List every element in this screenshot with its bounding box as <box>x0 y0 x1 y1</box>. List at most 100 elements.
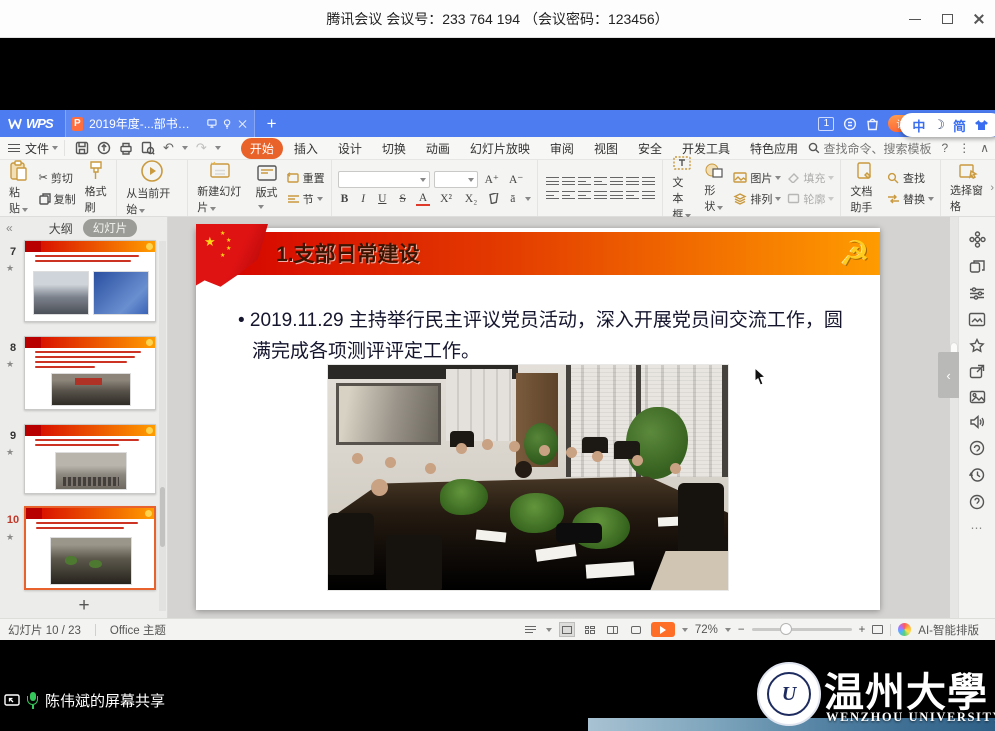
tab-special-apps[interactable]: 特色应用 <box>741 138 807 159</box>
ime-lang[interactable]: 中 <box>912 116 925 135</box>
document-tab[interactable]: P 2019年度-...部书记述职v1 <box>65 110 255 137</box>
notes-caret-icon[interactable] <box>546 628 552 632</box>
font-size-select[interactable] <box>434 171 478 188</box>
slide[interactable]: ☭ ★ ★ ★ ★ ★ 1.支部日常建设 • 2019.11.29 主持举行民主… <box>196 228 880 610</box>
outline-button[interactable]: 轮廓 <box>787 191 834 207</box>
properties-icon[interactable] <box>969 286 986 301</box>
close-button[interactable] <box>963 0 995 38</box>
share-export-icon[interactable] <box>969 364 985 379</box>
add-slide-button[interactable]: + <box>0 595 168 617</box>
tab-home[interactable]: 开始 <box>241 138 283 159</box>
copy-style-icon[interactable] <box>969 259 986 275</box>
underline-button[interactable]: U <box>375 193 389 205</box>
outline-tab[interactable]: 大纲 <box>49 220 73 237</box>
menu-file[interactable]: 文件 <box>25 140 64 157</box>
shapes-button[interactable]: 形状 <box>701 162 727 214</box>
font-color-button[interactable]: A <box>416 192 430 206</box>
monitor-icon[interactable] <box>207 118 217 129</box>
font-name-select[interactable] <box>338 171 430 188</box>
bold-button[interactable]: B <box>338 193 352 205</box>
shrink-text-icon[interactable] <box>626 189 639 201</box>
tab-slideshow[interactable]: 幻灯片放映 <box>461 138 539 159</box>
zoom-slider[interactable] <box>752 628 852 631</box>
doc-assistant-button[interactable]: 文档助手 <box>847 161 881 215</box>
fit-screen-button[interactable] <box>872 625 883 634</box>
indent-icon[interactable] <box>594 175 607 187</box>
outdent-icon[interactable] <box>578 175 591 187</box>
section-button[interactable]: 节 <box>287 191 325 207</box>
tab-security[interactable]: 安全 <box>629 138 671 159</box>
more-tools-icon[interactable]: ⋯ <box>971 521 984 535</box>
ai-layout-icon[interactable] <box>898 623 911 636</box>
tab-insert[interactable]: 插入 <box>285 138 327 159</box>
canvas-scrollbar[interactable] <box>950 217 958 618</box>
picture-button[interactable]: 图片 <box>733 170 781 186</box>
slide-canvas[interactable]: ☭ ★ ★ ★ ★ ★ 1.支部日常建设 • 2019.11.29 主持举行民主… <box>168 217 950 618</box>
bag-icon[interactable] <box>866 117 879 131</box>
align-left-icon[interactable] <box>546 189 559 201</box>
tab-transition[interactable]: 切换 <box>373 138 415 159</box>
hamburger-icon[interactable] <box>8 142 20 155</box>
save-icon[interactable] <box>75 141 89 155</box>
star-icon[interactable] <box>969 338 985 353</box>
paste-button[interactable]: 粘贴 <box>6 160 33 216</box>
tab-animation[interactable]: 动画 <box>417 138 459 159</box>
kebab-icon[interactable]: ⋮ <box>958 141 970 155</box>
paragraph-more-icon[interactable] <box>642 189 655 201</box>
panel-handle[interactable]: ‹ <box>938 352 959 398</box>
zoom-out-button[interactable]: − <box>738 624 745 636</box>
play-slideshow-button[interactable] <box>651 622 675 637</box>
format-painter-button[interactable]: 格式刷 <box>82 161 111 215</box>
fill-button[interactable]: 填充 <box>787 170 834 186</box>
moon-icon[interactable]: ☽ <box>933 117 945 133</box>
panel-scrollbar-thumb[interactable] <box>160 487 165 547</box>
replace-button[interactable]: 替换 <box>887 191 934 207</box>
coin-icon[interactable] <box>843 117 857 131</box>
text-direction-icon[interactable] <box>642 175 655 187</box>
decrease-font-button[interactable]: A⁻ <box>506 172 526 186</box>
ime-toolbar[interactable]: 中 ☽ 简 <box>900 113 995 137</box>
increase-font-button[interactable]: A⁺ <box>482 172 502 186</box>
selection-pane-button[interactable]: 选择窗格 <box>947 162 989 214</box>
ime-simplified[interactable]: 简 <box>953 116 966 135</box>
slide-design-icon[interactable] <box>968 312 986 327</box>
tab-view[interactable]: 视图 <box>585 138 627 159</box>
new-slide-button[interactable]: 新建幻灯片 <box>194 161 246 215</box>
minimize-button[interactable] <box>899 0 931 38</box>
collapse-ribbon-icon[interactable]: ∧ <box>980 141 989 155</box>
history-icon[interactable] <box>969 467 985 483</box>
smart-beautify-icon[interactable] <box>969 231 986 248</box>
help-icon[interactable] <box>969 494 985 510</box>
bullets-icon[interactable] <box>546 175 559 187</box>
zoom-in-button[interactable]: + <box>859 624 866 636</box>
ribbon-expand-icon[interactable]: › <box>990 182 994 194</box>
slideshow-view-button[interactable] <box>628 622 644 637</box>
tab-close-icon[interactable] <box>237 119 245 129</box>
zoom-slider-knob[interactable] <box>780 623 792 635</box>
line-spacing-icon[interactable] <box>610 175 623 187</box>
zoom-level[interactable]: 72% <box>695 624 718 636</box>
align-right-icon[interactable] <box>578 189 591 201</box>
columns-icon[interactable] <box>626 175 639 187</box>
help-button[interactable]: ? <box>942 141 949 155</box>
notes-button[interactable] <box>523 622 539 637</box>
distribute-icon[interactable] <box>610 189 623 201</box>
quickbar-more-icon[interactable] <box>215 146 221 150</box>
print-icon[interactable] <box>119 142 133 155</box>
ai-layout-label[interactable]: AI-智能排版 <box>918 622 979 638</box>
copy-button[interactable]: 复制 <box>39 191 76 207</box>
new-tab-button[interactable]: + <box>255 114 289 134</box>
strikethrough-button[interactable]: S <box>396 193 408 205</box>
slide-thumbnail-8[interactable] <box>24 336 156 410</box>
normal-view-button[interactable] <box>559 622 575 637</box>
justify-icon[interactable] <box>594 189 607 201</box>
clear-format-icon[interactable] <box>487 193 500 204</box>
tab-design[interactable]: 设计 <box>329 138 371 159</box>
ink-icon[interactable] <box>969 440 985 456</box>
speaker-icon[interactable] <box>969 415 985 429</box>
panel-scrollbar[interactable] <box>159 241 166 611</box>
textbox-button[interactable]: 文本框 <box>669 154 695 222</box>
reset-button[interactable]: 重置 <box>287 170 325 186</box>
find-button[interactable]: 查找 <box>887 170 934 186</box>
shirt-icon[interactable] <box>974 119 989 131</box>
